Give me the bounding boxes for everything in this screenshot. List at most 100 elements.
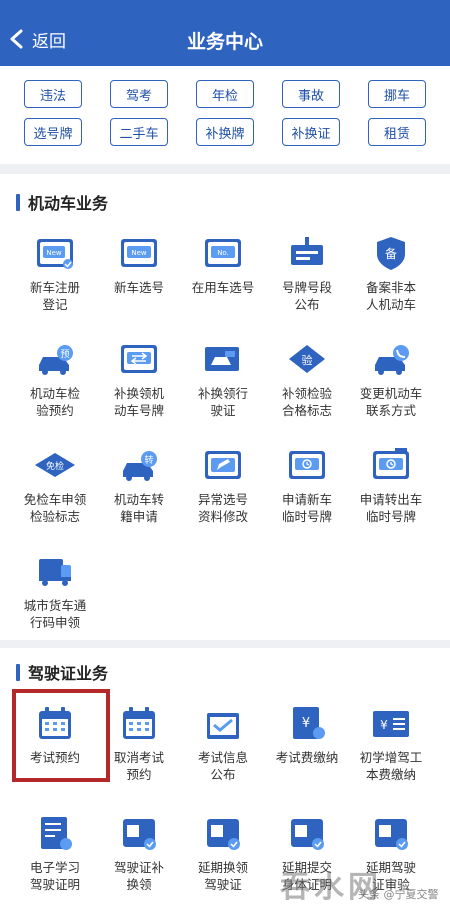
plate-exchange-icon <box>121 345 157 373</box>
service-item-label: 城市货车通 行码申领 <box>23 598 87 630</box>
exempt-badge-icon: 免检 <box>35 453 75 477</box>
quick-filter-chip[interactable]: 挪车 <box>368 80 426 108</box>
quick-filter-chip[interactable]: 事故 <box>282 80 340 108</box>
section-divider <box>0 164 450 174</box>
quick-filter-chip[interactable]: 租赁 <box>368 118 426 146</box>
license-exchange-icon <box>205 347 239 371</box>
service-item-label: 在用车选号 <box>191 280 255 295</box>
service-item-label: 新车注册 登记 <box>29 280 80 312</box>
service-item[interactable]: 申请新车 临时号牌 <box>262 445 352 525</box>
service-item-label: 备案非本 人机动车 <box>365 280 416 312</box>
highlight-box <box>12 689 110 782</box>
quick-filter-grid: 违法 驾考 年检 事故 挪车选号牌 二手车 补换牌 补换证 租赁 <box>24 80 428 146</box>
quick-filter-chip[interactable]: 选号牌 <box>24 118 82 146</box>
watermark-caption: 头条 @宁夏交警 <box>358 888 439 901</box>
section-title-text: 机动车业务 <box>28 194 109 213</box>
e-study-doc-icon <box>41 817 72 850</box>
service-item-label: 补领检验 合格标志 <box>281 386 332 418</box>
edit-card-icon <box>205 451 241 479</box>
inspection-badge-icon: 验 <box>289 345 325 373</box>
svg-text:New: New <box>131 249 147 257</box>
exam-info-icon <box>207 713 239 739</box>
license-review-icon <box>375 819 408 850</box>
service-item[interactable]: 城市货车通 行码申领 <box>10 551 100 631</box>
car-transfer-icon: 转 <box>123 451 157 481</box>
car-phone-icon <box>375 345 409 375</box>
quick-filter-chip[interactable]: 年检 <box>196 80 254 108</box>
service-item[interactable]: New 新车选号 <box>94 233 184 296</box>
svg-text:验: 验 <box>302 353 313 367</box>
service-item[interactable]: 补换领机 动车号牌 <box>94 339 184 419</box>
page-title: 业务中心 <box>186 31 263 53</box>
quick-filter-chip[interactable]: 违法 <box>24 80 82 108</box>
svg-text:免检: 免检 <box>46 460 64 472</box>
service-item[interactable]: 备备案非本 人机动车 <box>346 233 436 313</box>
service-item[interactable]: 驾驶证补 换领 <box>94 813 184 893</box>
service-item-label: 补换领机 动车号牌 <box>113 386 164 418</box>
section-title-license: 驾驶证业务 <box>16 660 108 684</box>
svg-text:No.: No. <box>217 249 229 257</box>
new-car-registration-icon: New <box>37 239 73 269</box>
service-item[interactable]: 考试信息 公布 <box>178 703 268 783</box>
quick-filter-chip[interactable]: 补换证 <box>282 118 340 146</box>
service-item[interactable]: 变更机动车 联系方式 <box>346 339 436 419</box>
license-delay-icon <box>207 819 240 850</box>
service-item[interactable]: New 新车注册 登记 <box>10 233 100 313</box>
header-bar: 返回 业务中心 <box>0 0 450 66</box>
service-item[interactable]: 转机动车转 籍申请 <box>94 445 184 525</box>
service-item[interactable]: ¥ 初学增驾工 本费缴纳 <box>346 703 436 783</box>
quick-filter-chip[interactable]: 补换牌 <box>196 118 254 146</box>
calendar-cancel-icon <box>123 707 155 739</box>
truck-pass-icon <box>39 559 71 586</box>
service-item-label: 机动车检 验预约 <box>29 386 80 418</box>
service-item-label: 申请新车 临时号牌 <box>281 492 332 524</box>
in-use-plate-icon: No. <box>205 239 241 267</box>
license-renew-icon <box>123 819 156 850</box>
service-item-label: 号牌号段 公布 <box>281 280 332 312</box>
plate-range-sign-icon <box>291 237 323 265</box>
service-item[interactable]: 申请转出车 临时号牌 <box>346 445 436 525</box>
quick-filter-chip[interactable]: 二手车 <box>110 118 168 146</box>
section-title-text: 驾驶证业务 <box>28 664 109 683</box>
service-item-label: 考试费缴纳 <box>275 750 339 765</box>
car-inspection-icon: 预 <box>39 345 73 375</box>
service-item[interactable]: 号牌号段 公布 <box>262 233 352 313</box>
filing-shield-icon: 备 <box>377 237 405 270</box>
service-item[interactable]: 补换领行 驶证 <box>178 339 268 419</box>
service-item-label: 初学增驾工 本费缴纳 <box>359 750 423 782</box>
service-item[interactable]: No. 在用车选号 <box>178 233 268 296</box>
service-item-label: 延期换领 驾驶证 <box>197 860 248 892</box>
quick-filter-area: 违法 驾考 年检 事故 挪车选号牌 二手车 补换牌 补换证 租赁 <box>0 66 450 164</box>
section-title-vehicle: 机动车业务 <box>16 190 108 214</box>
service-item-label: 考试信息 公布 <box>197 750 248 782</box>
svg-text:¥: ¥ <box>380 718 388 732</box>
section-divider <box>0 640 450 648</box>
service-item-label: 变更机动车 联系方式 <box>359 386 423 418</box>
service-item[interactable]: 免检免检车申领 检验标志 <box>10 445 100 525</box>
exam-fee-icon: ¥ <box>293 707 325 739</box>
quick-filter-chip[interactable]: 驾考 <box>110 80 168 108</box>
fee-card-icon: ¥ <box>373 711 409 737</box>
service-item[interactable]: 验补领检验 合格标志 <box>262 339 352 419</box>
svg-text:预: 预 <box>60 349 69 360</box>
health-cert-icon <box>291 819 324 850</box>
new-car-plate-icon: New <box>121 239 157 267</box>
service-item-label: 新车选号 <box>113 280 164 295</box>
service-item[interactable]: 预机动车检 验预约 <box>10 339 100 419</box>
service-item-label: 机动车转 籍申请 <box>113 492 164 524</box>
service-item-label: 免检车申领 检验标志 <box>23 492 87 524</box>
service-item[interactable]: 延期换领 驾驶证 <box>178 813 268 893</box>
section-accent-bar <box>16 193 20 211</box>
temp-plate-out-icon <box>373 448 409 479</box>
svg-text:New: New <box>46 249 62 257</box>
service-item-label: 申请转出车 临时号牌 <box>359 492 423 524</box>
service-item[interactable]: 电子学习 驾驶证明 <box>10 813 100 893</box>
service-item[interactable]: ¥ 考试费缴纳 <box>262 703 352 766</box>
svg-text:转: 转 <box>144 454 153 466</box>
section-accent-bar <box>16 663 20 681</box>
service-item[interactable]: 异常选号 资料修改 <box>178 445 268 525</box>
service-item-label: 驾驶证补 换领 <box>113 860 164 892</box>
service-item-label: 补换领行 驶证 <box>197 386 248 418</box>
svg-text:备: 备 <box>385 247 397 261</box>
service-item-label: 电子学习 驾驶证明 <box>29 860 80 892</box>
